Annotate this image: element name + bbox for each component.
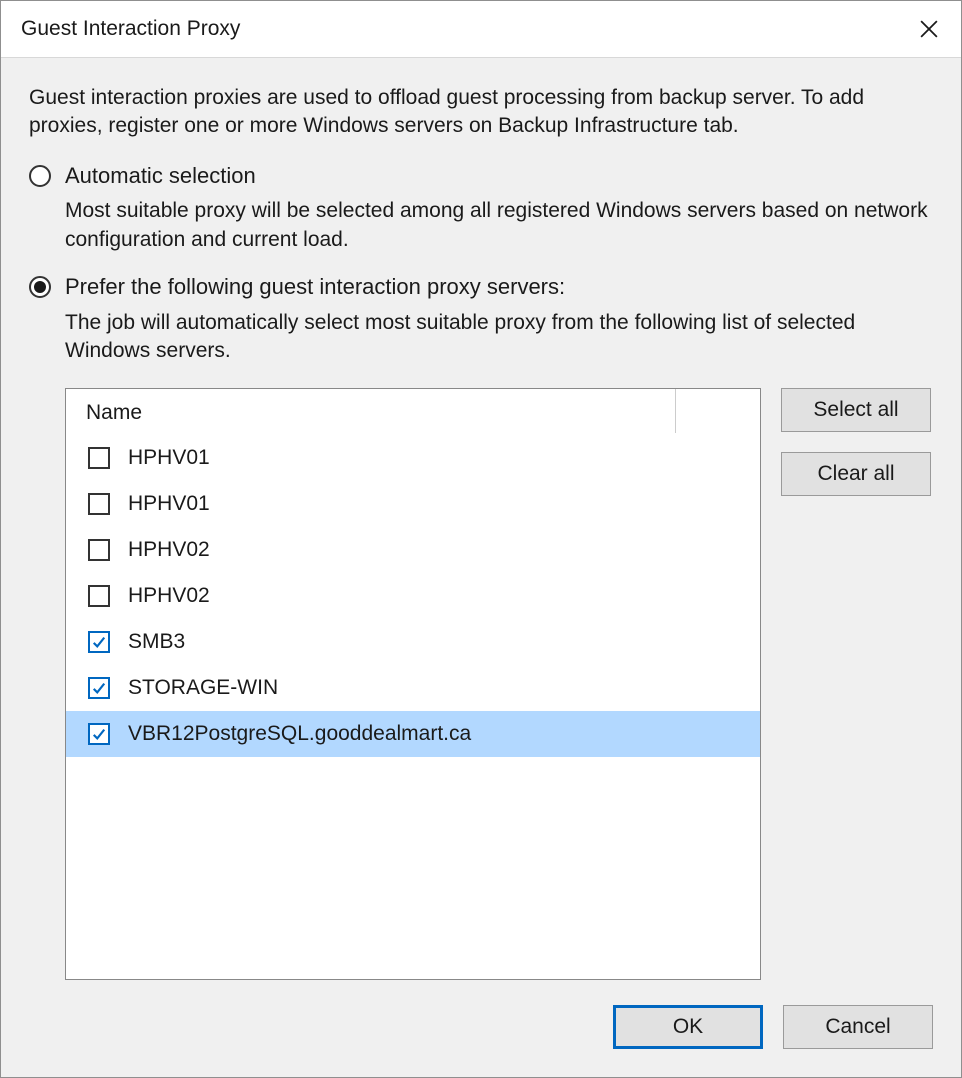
proxy-list[interactable]: Name HPHV01 HPHV01 HPHV02 HPHV02 SMB3 STORAGE… (65, 388, 761, 980)
list-item[interactable]: HPHV01 (66, 435, 760, 481)
select-all-button[interactable]: Select all (781, 388, 931, 432)
list-item[interactable]: HPHV01 (66, 481, 760, 527)
close-button[interactable] (901, 1, 957, 57)
close-icon (920, 20, 938, 38)
option-auto-label: Automatic selection (65, 161, 256, 192)
list-items: HPHV01 HPHV01 HPHV02 HPHV02 SMB3 STORAGE-WIN V… (66, 433, 760, 759)
list-item-label: SMB3 (128, 630, 185, 654)
checkbox[interactable] (88, 677, 110, 699)
list-item[interactable]: SMB3 (66, 619, 760, 665)
column-divider (675, 389, 740, 433)
list-item[interactable]: HPHV02 (66, 527, 760, 573)
option-prefer[interactable]: Prefer the following guest interaction p… (29, 272, 933, 365)
option-auto-desc: Most suitable proxy will be selected amo… (65, 197, 933, 254)
ok-button[interactable]: OK (613, 1005, 763, 1049)
list-item-label: STORAGE-WIN (128, 676, 278, 700)
checkbox[interactable] (88, 631, 110, 653)
checkbox[interactable] (88, 539, 110, 561)
list-item-label: HPHV02 (128, 584, 210, 608)
clear-all-button[interactable]: Clear all (781, 452, 931, 496)
list-area: Name HPHV01 HPHV01 HPHV02 HPHV02 SMB3 STORAGE… (65, 388, 933, 981)
list-item[interactable]: STORAGE-WIN (66, 665, 760, 711)
checkbox[interactable] (88, 493, 110, 515)
dialog-window: Guest Interaction Proxy Guest interactio… (0, 0, 962, 1078)
option-prefer-desc: The job will automatically select most s… (65, 309, 933, 366)
checkbox[interactable] (88, 447, 110, 469)
checkbox[interactable] (88, 723, 110, 745)
radio-auto[interactable] (29, 165, 51, 187)
footer: OK Cancel (1, 991, 961, 1077)
list-item-label: VBR12PostgreSQL.gooddealmart.ca (128, 722, 471, 746)
list-item[interactable]: HPHV02 (66, 573, 760, 619)
list-item-label: HPHV01 (128, 492, 210, 516)
option-auto[interactable]: Automatic selection Most suitable proxy … (29, 161, 933, 254)
list-item-label: HPHV01 (128, 446, 210, 470)
checkbox[interactable] (88, 585, 110, 607)
list-item[interactable]: VBR12PostgreSQL.gooddealmart.ca (66, 711, 760, 757)
side-buttons: Select all Clear all (781, 388, 931, 981)
option-prefer-label: Prefer the following guest interaction p… (65, 272, 565, 303)
titlebar: Guest Interaction Proxy (1, 1, 961, 58)
radio-prefer[interactable] (29, 276, 51, 298)
cancel-button[interactable]: Cancel (783, 1005, 933, 1049)
list-item-label: HPHV02 (128, 538, 210, 562)
intro-text: Guest interaction proxies are used to of… (29, 84, 933, 141)
window-title: Guest Interaction Proxy (21, 17, 240, 41)
dialog-content: Guest interaction proxies are used to of… (1, 58, 961, 991)
column-header-name[interactable]: Name (86, 401, 142, 425)
